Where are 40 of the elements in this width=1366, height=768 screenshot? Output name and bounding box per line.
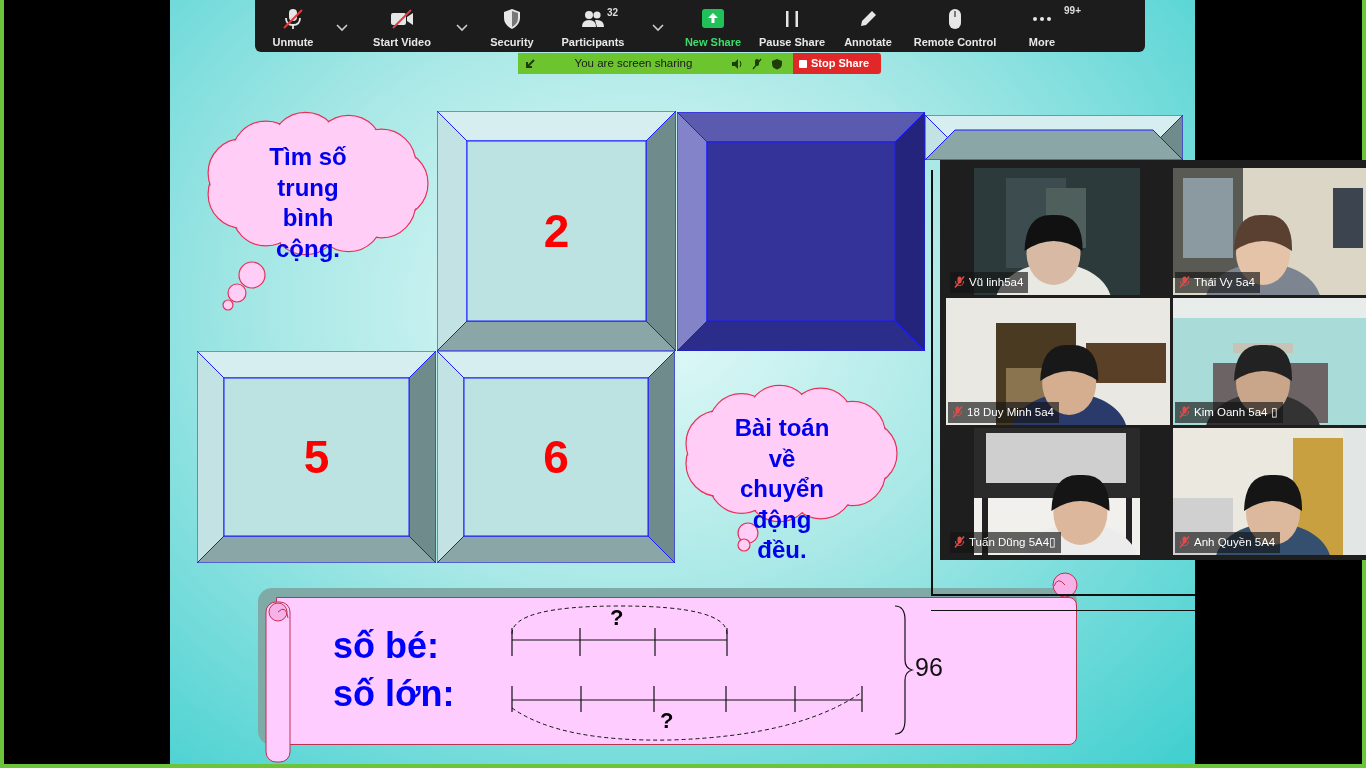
tile[interactable]	[925, 115, 1183, 160]
tile[interactable]	[677, 112, 925, 351]
microphone-icon	[281, 7, 305, 32]
notification-count: 99+	[1064, 4, 1081, 18]
tile-number: 2	[543, 208, 570, 254]
toolbar-button[interactable]: Unmute	[261, 0, 325, 52]
stop-share-button[interactable]: Stop Share	[793, 53, 881, 74]
toolbar-button[interactable]: Start Video	[359, 0, 445, 52]
participant-name: 18 Duy Minh 5a4	[967, 404, 1054, 420]
participant-count: 32	[607, 6, 619, 20]
total-value: 96	[915, 655, 943, 680]
tile[interactable]	[197, 351, 436, 563]
speaker-icon[interactable]	[731, 57, 743, 70]
participant-name: Tuấn Dũng 5A4▯	[969, 534, 1057, 550]
tile[interactable]	[437, 351, 675, 563]
tile-number: 6	[543, 434, 569, 480]
row-label: số bé:	[333, 628, 439, 664]
cloud-text: Tìm số trung bình cộng.	[268, 142, 348, 264]
toolbar-button[interactable]: New Share	[675, 0, 751, 52]
participant-name: Vũ linh5a4	[969, 274, 1024, 290]
question-mark: ?	[660, 710, 674, 732]
stop-icon	[799, 59, 807, 68]
toolbar-button[interactable]: Security	[479, 0, 545, 52]
tile[interactable]	[437, 111, 676, 351]
toolbar-button[interactable]: Participants 32	[545, 0, 641, 52]
tile-number: 5	[303, 434, 330, 480]
more-icon	[1032, 16, 1052, 23]
microphone-icon[interactable]	[751, 57, 763, 70]
question-mark: ?	[610, 607, 624, 629]
toolbar-button[interactable]: Annotate	[833, 0, 903, 52]
toolbar-button[interactable]: Remote Control	[903, 0, 1007, 52]
scroll-curl-drawing	[1052, 572, 1078, 598]
shield-icon[interactable]	[771, 57, 783, 70]
sharing-status-text: You are screen sharing	[573, 55, 694, 71]
participant-name: Thái Vy 5a4	[1194, 274, 1255, 290]
collapse-arrow-icon[interactable]	[524, 57, 536, 70]
participant-name: Anh Quyền 5A4	[1194, 534, 1276, 550]
toolbar-button[interactable]: Pause Share	[751, 0, 833, 52]
participant-name: Kim Oanh 5a4 ▯	[1194, 404, 1278, 420]
row-label: số lớn:	[333, 676, 455, 712]
